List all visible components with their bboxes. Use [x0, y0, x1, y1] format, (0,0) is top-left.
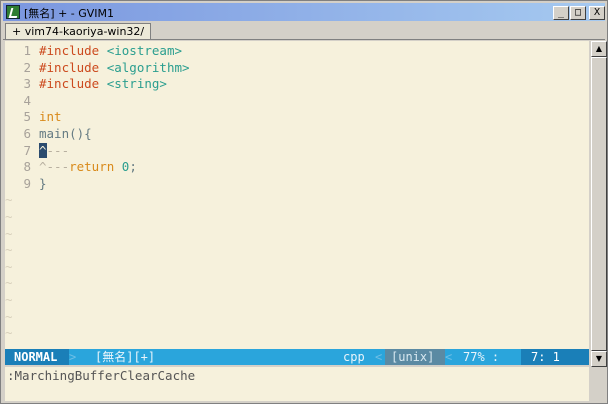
vertical-scrollbar[interactable]: ▲ ▼	[591, 41, 607, 367]
code-line[interactable]: 8 ^---return 0;	[5, 159, 589, 176]
empty-line-filler: ~	[5, 209, 13, 224]
code-line[interactable]: 1 #include <iostream>	[5, 43, 589, 60]
code-line[interactable]: 9}	[5, 176, 589, 193]
scroll-down-arrow-icon[interactable]: ▼	[591, 351, 607, 367]
empty-line-filler: ~	[5, 292, 13, 307]
tab-vim74-kaoriya-win32[interactable]: + vim74-kaoriya-win32/	[5, 23, 152, 40]
code-token: #include	[39, 59, 107, 75]
scroll-up-arrow-icon[interactable]: ▲	[591, 41, 607, 57]
empty-line-filler: ~	[5, 258, 13, 274]
minimize-button[interactable]: _	[553, 6, 569, 20]
text-cursor: ^	[39, 142, 47, 158]
line-number: 7	[23, 142, 31, 158]
code-token: ^---	[39, 159, 70, 175]
cursor-position: 7: 1	[521, 349, 589, 365]
empty-line-filler: ~	[5, 308, 13, 324]
code-token: }	[39, 175, 47, 191]
tab-bar: + vim74-kaoriya-win32/	[3, 22, 605, 40]
code-token: main(){	[39, 126, 92, 141]
gvim-window: [無名] + - GVIM1 _ □ X + vim74-kaoriya-win…	[0, 0, 608, 404]
line-number: 5	[23, 109, 31, 125]
vim-app-icon[interactable]	[6, 5, 20, 19]
code-token: #include	[39, 76, 107, 92]
tab-divider	[3, 39, 605, 40]
status-separator-right-icon: >	[69, 350, 77, 364]
fileformat-indicator: [unix]	[385, 349, 445, 365]
line-number: 4	[23, 92, 31, 108]
status-line: NORMAL > [無名][+] cpp < [unix] < 77% : 7:…	[5, 349, 589, 365]
empty-line-filler: ~	[5, 225, 13, 241]
line-number: 2	[23, 59, 31, 75]
code-line[interactable]: 4	[5, 93, 589, 110]
scroll-percent: 77% :	[463, 350, 500, 364]
window-title: [無名] + - GVIM1	[24, 7, 115, 20]
scrollbar-thumb[interactable]	[591, 57, 607, 351]
code-token: ---	[46, 142, 70, 158]
code-line[interactable]: 6 main(){	[5, 126, 589, 143]
code-line[interactable]: 5 int	[5, 109, 589, 126]
code-token: <iostream>	[106, 43, 182, 58]
command-line-padding	[5, 387, 589, 401]
text-editor-area[interactable]: 1 #include <iostream> 2 #include <algorithm…	[5, 41, 589, 349]
close-button[interactable]: X	[589, 6, 605, 20]
code-line[interactable]: 7 ^---	[5, 142, 589, 160]
code-token: int	[39, 109, 62, 125]
empty-line-filler: ~	[5, 325, 13, 341]
code-token: ;	[129, 159, 137, 175]
title-bar[interactable]: [無名] + - GVIM1 _ □ X	[3, 3, 605, 21]
maximize-button[interactable]: □	[570, 6, 586, 20]
status-separator-left-icon: <	[375, 350, 383, 364]
line-number: 1	[23, 43, 31, 58]
code-line[interactable]: 2 #include <algorithm>	[5, 60, 589, 77]
filetype-indicator: cpp	[343, 350, 365, 364]
line-number: 3	[23, 76, 31, 92]
status-separator-left-icon-2: <	[445, 350, 453, 364]
empty-line-filler: ~	[5, 192, 13, 208]
mode-indicator: NORMAL	[5, 349, 69, 365]
line-number: 9	[23, 175, 31, 191]
empty-line-filler: ~	[5, 242, 13, 258]
code-token: <string>	[106, 76, 167, 92]
code-token: return	[69, 159, 122, 175]
code-token: <algorithm>	[106, 59, 190, 75]
line-number: 8	[23, 159, 31, 175]
line-number: 6	[23, 126, 31, 141]
buffer-name: [無名][+]	[95, 350, 156, 364]
code-line[interactable]: 3 #include <string>	[5, 76, 589, 93]
empty-line-filler: ~	[5, 275, 13, 291]
code-token: #include	[39, 43, 107, 58]
command-line[interactable]: :MarchingBufferClearCache	[5, 367, 589, 387]
